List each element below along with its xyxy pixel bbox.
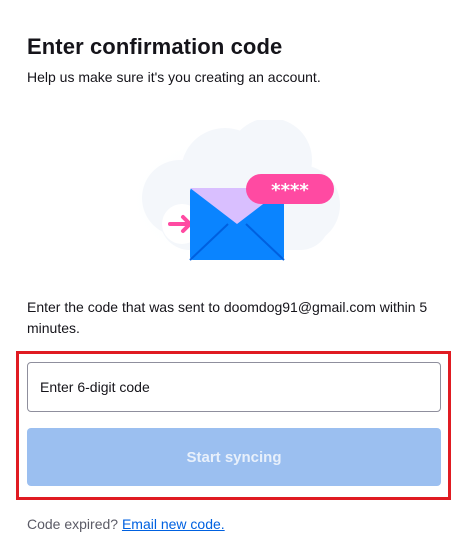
email-new-code-link[interactable]: Email new code. bbox=[122, 516, 225, 532]
page-subtitle: Help us make sure it's you creating an a… bbox=[27, 69, 321, 85]
page-title: Enter confirmation code bbox=[27, 34, 283, 59]
instructions-text: Enter the code that was sent to doomdog9… bbox=[27, 299, 428, 336]
confirmation-page: Enter confirmation code Help us make sur… bbox=[0, 0, 468, 559]
code-expired-prompt: Code expired? bbox=[27, 516, 119, 532]
code-badge: **** bbox=[246, 174, 334, 204]
envelope-with-code-icon: **** bbox=[120, 118, 360, 270]
start-syncing-button[interactable]: Start syncing bbox=[27, 428, 441, 486]
confirmation-code-input[interactable] bbox=[27, 362, 441, 412]
code-expired-footer: Code expired? Email new code. bbox=[27, 516, 225, 532]
code-mask-text: **** bbox=[271, 180, 309, 201]
